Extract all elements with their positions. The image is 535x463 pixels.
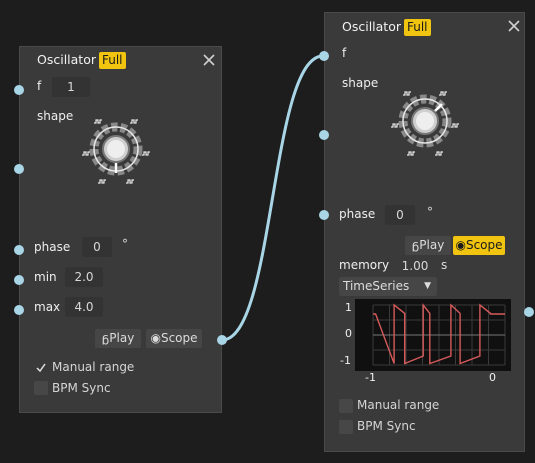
node-title: Oscillator [342,19,401,34]
y-tick-1: 1 [345,301,352,314]
full-badge[interactable]: Full [404,19,431,36]
bpm-sync-label: BPM Sync [357,419,416,433]
play-button[interactable]: ᵷPlay [95,329,141,348]
wave-glyph-icon [403,91,411,96]
output-port[interactable] [217,335,227,345]
f-input-port[interactable] [319,51,329,61]
scope-plot-svg [372,302,506,366]
phase-input-port[interactable] [319,210,329,220]
wave-glyph-icon [98,179,106,184]
wave-glyph-icon [94,119,102,124]
node-header[interactable]: Oscillator Full [325,13,524,39]
bpm-sync-checkbox[interactable] [339,420,353,434]
plot-type-dropdown[interactable]: TimeSeries ▼ [339,277,437,296]
f-field[interactable]: 1 [52,77,90,97]
close-icon[interactable] [202,53,216,67]
scope-button[interactable]: ◉Scope [453,236,505,255]
manual-range-label: Manual range [52,360,135,374]
full-badge[interactable]: Full [99,52,126,69]
phase-label: phase [339,207,376,221]
eye-icon: ◉ [150,331,161,345]
max-field[interactable]: 4.0 [65,297,103,317]
oscillator-node-right[interactable]: Oscillator Full f shape phase 0 ° ᵷPlay … [324,12,525,452]
phase-label: phase [34,240,71,254]
max-input-port[interactable] [14,305,24,315]
node-title: Oscillator [37,52,96,67]
wave-glyph-icon [407,151,415,156]
wave-glyph-icon [439,91,447,96]
play-label: Play [109,331,135,345]
f-input-port[interactable] [14,85,24,95]
chevron-down-icon: ▼ [424,281,431,291]
max-label: max [34,300,61,314]
min-input-port[interactable] [14,275,24,285]
scope-button[interactable]: ◉Scope [146,329,202,348]
memory-field[interactable]: 1.00 [397,256,433,276]
wave-glyph-icon [435,151,443,156]
checkmark-icon [36,363,46,373]
phase-field[interactable]: 0 [385,205,415,225]
wave-glyph-icon [391,123,399,128]
play-button[interactable]: ᵷPlay [405,236,451,255]
wave-glyph-icon [126,179,134,184]
manual-range-checkbox[interactable] [34,360,48,374]
play-label: Play [419,238,445,252]
shape-input-port[interactable] [14,164,24,174]
wave-glyph-icon [82,151,90,156]
phase-unit: ° [427,205,433,219]
wave-glyph-icon [142,151,150,156]
shape-knob[interactable] [76,109,156,189]
eye-icon: ◉ [455,238,466,252]
f-label: f [37,79,42,93]
wave-glyph-icon [451,123,459,128]
oscillator-node-left[interactable]: Oscillator Full f 1 shape phase 0 ° min … [19,46,222,413]
shape-label: shape [37,109,74,123]
y-tick-neg1: -1 [340,354,351,367]
min-label: min [34,270,57,284]
shape-label: shape [342,76,379,90]
manual-range-label: Manual range [357,398,440,412]
y-tick-0: 0 [345,327,352,340]
memory-unit: s [441,258,448,272]
phase-unit: ° [122,237,128,251]
phase-input-port[interactable] [14,245,24,255]
scope-label: Scope [465,238,503,252]
shape-input-port[interactable] [319,130,329,140]
shape-knob[interactable] [385,81,465,161]
scope-label: Scope [160,331,198,345]
close-icon[interactable] [507,19,521,33]
memory-label: memory [339,258,390,272]
f-label: f [342,46,347,60]
scope-plot [355,299,511,371]
bpm-sync-checkbox[interactable] [34,381,48,395]
wave-glyph-icon [130,119,138,124]
node-header[interactable]: Oscillator Full [20,47,221,73]
x-tick-neg1: -1 [365,371,376,384]
min-field[interactable]: 2.0 [65,267,103,287]
phase-field[interactable]: 0 [82,237,112,257]
manual-range-checkbox[interactable] [339,399,353,413]
x-tick-0: 0 [489,371,496,384]
plot-type-label: TimeSeries [343,279,410,293]
bpm-sync-label: BPM Sync [52,381,111,395]
output-port[interactable] [524,307,534,317]
